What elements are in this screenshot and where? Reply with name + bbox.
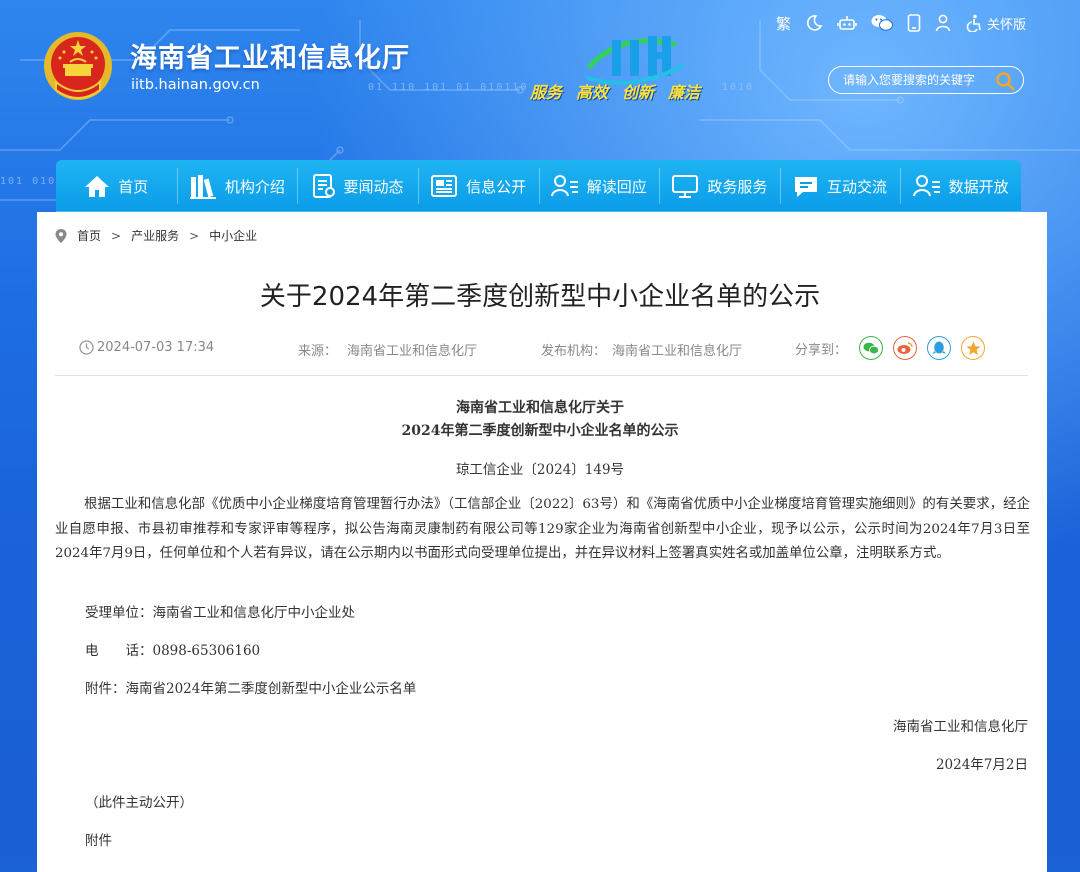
newspaper-icon xyxy=(431,175,458,197)
site-url: iitb.hainan.gov.cn xyxy=(131,77,260,93)
books-icon xyxy=(189,175,216,199)
breadcrumb: 首页 > 产业服务 > 中小企业 xyxy=(55,227,257,244)
attachment-line[interactable]: 附件：海南省2024年第二季度创新型中小企业公示名单 xyxy=(85,677,416,697)
robot-icon[interactable] xyxy=(837,13,857,33)
publish-datetime: 2024-07-03 17:34 xyxy=(97,340,215,355)
top-toolbar: 繁 关怀版 xyxy=(762,13,1026,33)
nav-label: 政务服务 xyxy=(707,177,768,196)
share-weibo-button[interactable] xyxy=(893,336,918,360)
breadcrumb-home[interactable]: 首页 xyxy=(77,227,101,244)
nav-label: 首页 xyxy=(118,177,149,196)
nav-item-interaction[interactable]: 互动交流 xyxy=(779,160,901,212)
source-value: 海南省工业和信息化厅 xyxy=(347,344,478,359)
news-icon xyxy=(312,174,335,198)
slogan-word: 服务 xyxy=(530,83,563,102)
wechat-icon[interactable] xyxy=(871,13,893,33)
user-list-icon xyxy=(912,175,940,197)
nav-label: 机构介绍 xyxy=(224,177,285,196)
share-bar: 分享到： xyxy=(795,336,986,360)
public-note: （此件主动公开） xyxy=(85,795,193,811)
care-mode-button[interactable]: 关怀版 xyxy=(965,13,1026,33)
binary-decoration: 1010 xyxy=(722,82,755,93)
slogan-word: 廉洁 xyxy=(668,83,701,102)
location-pin-icon xyxy=(55,228,67,243)
publisher-meta: 发布机构： 海南省工业和信息化厅 xyxy=(541,340,742,359)
publisher-value: 海南省工业和信息化厅 xyxy=(612,344,743,359)
document-heading-line1: 海南省工业和信息化厅关于 xyxy=(456,400,624,416)
document-body: 根据工业和信息化部《优质中小企业梯度培育管理暂行办法》（工信部企业〔2022〕6… xyxy=(55,497,1030,562)
share-qq-button[interactable] xyxy=(927,336,952,360)
traditional-chinese-toggle[interactable]: 繁 xyxy=(776,13,791,33)
publisher-label: 发布机构： xyxy=(541,344,607,359)
nav-label: 信息公开 xyxy=(466,177,527,196)
search-input[interactable] xyxy=(841,72,995,88)
phone-number: 0898-65306160 xyxy=(152,643,261,659)
nav-label: 解读回应 xyxy=(586,177,647,196)
weibo-icon xyxy=(897,342,913,354)
national-emblem-logo[interactable] xyxy=(42,30,114,102)
receiver-line: 受理单位：海南省工业和信息化厅中小企业处 xyxy=(85,605,355,621)
clock-icon xyxy=(79,340,94,355)
source-label: 来源： xyxy=(298,344,338,359)
breadcrumb-sme[interactable]: 中小企业 xyxy=(209,227,257,244)
share-wechat-button[interactable] xyxy=(859,336,884,360)
chevron-right-icon: > xyxy=(189,228,200,243)
monitor-icon xyxy=(672,175,699,198)
divider xyxy=(55,375,1028,376)
nav-label: 互动交流 xyxy=(827,177,888,196)
article-title: 关于2024年第二季度创新型中小企业名单的公示 xyxy=(259,282,821,312)
wechat-icon xyxy=(863,342,880,354)
nav-label: 要闻动态 xyxy=(343,177,404,196)
night-mode-icon[interactable] xyxy=(805,13,823,33)
mobile-icon[interactable] xyxy=(907,13,921,33)
star-icon xyxy=(966,341,981,355)
slogan-word: 创新 xyxy=(622,83,655,102)
care-mode-label: 关怀版 xyxy=(986,17,1026,33)
publish-time: 2024-07-03 17:34 xyxy=(79,340,214,355)
source-meta: 来源： 海南省工业和信息化厅 xyxy=(298,340,477,359)
nav-item-news[interactable]: 要闻动态 xyxy=(297,160,418,212)
binary-decoration: 101 010 xyxy=(0,176,57,187)
slogan-word: 高效 xyxy=(576,83,609,102)
phone-line: 电 话：0898-65306160 xyxy=(85,639,260,659)
document-number: 琼工信企业〔2024〕149号 xyxy=(455,462,625,478)
slogan: 服务 高效 创新 廉洁 xyxy=(530,79,700,103)
nav-item-gov-service[interactable]: 政务服务 xyxy=(659,160,780,212)
nav-item-disclosure[interactable]: 信息公开 xyxy=(417,160,539,212)
search-icon[interactable] xyxy=(995,71,1015,91)
sign-date: 2024年7月2日 xyxy=(935,757,1028,773)
chevron-right-icon: > xyxy=(111,228,122,243)
nav-item-open-data[interactable]: 数据开放 xyxy=(900,160,1021,212)
breadcrumb-industry-service[interactable]: 产业服务 xyxy=(131,227,179,244)
phone-label: 电 话： xyxy=(85,643,153,659)
chat-icon xyxy=(795,177,818,197)
user-icon[interactable] xyxy=(935,13,951,33)
search-box xyxy=(828,66,1024,94)
share-label: 分享到： xyxy=(795,342,848,358)
document-heading-line2: 2024年第二季度创新型中小企业名单的公示 xyxy=(401,423,679,439)
site-title[interactable]: 海南省工业和信息化厅 xyxy=(130,36,410,75)
binary-decoration: 01 110 101 01 010110 xyxy=(368,82,529,93)
nav-item-institution[interactable]: 机构介绍 xyxy=(176,160,298,212)
share-favorite-button[interactable] xyxy=(961,336,986,360)
home-icon xyxy=(85,176,110,197)
attachment-title: 附件 xyxy=(85,833,112,849)
qq-icon xyxy=(932,341,946,354)
nav-label: 数据开放 xyxy=(948,177,1009,196)
accessibility-icon xyxy=(966,14,981,32)
nav-item-interpretation[interactable]: 解读回应 xyxy=(538,160,660,212)
main-nav: 首页 机构介绍 要闻动态 信息公开 解读回应 政务服务 互动交流 数据开放 xyxy=(56,160,1021,212)
user-list-icon xyxy=(550,175,578,197)
signature: 海南省工业和信息化厅 xyxy=(893,719,1028,735)
nav-item-home[interactable]: 首页 xyxy=(56,160,177,212)
